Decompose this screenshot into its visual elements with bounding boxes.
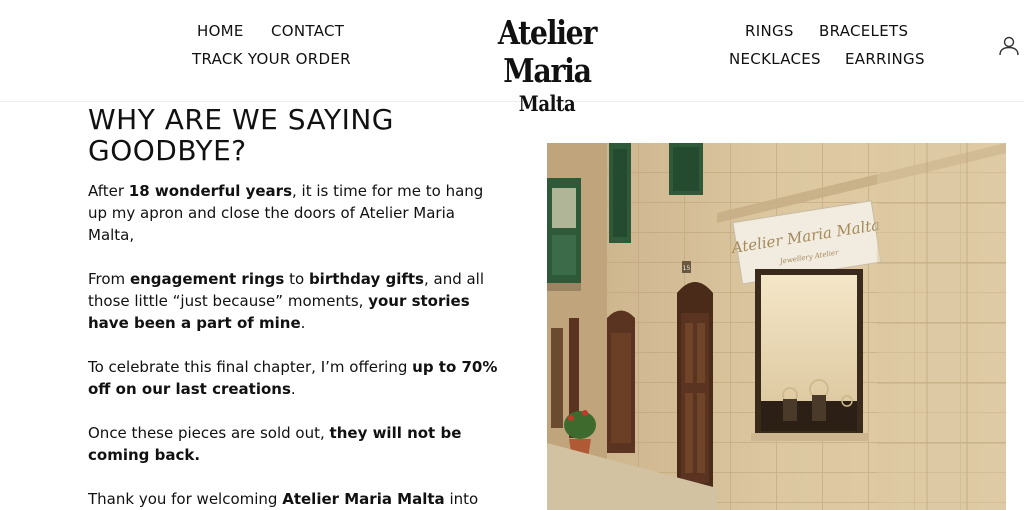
bold-span: Atelier Maria Malta	[282, 490, 445, 508]
nav-necklaces-link[interactable]: NECKLACES	[729, 50, 821, 68]
text-span: Once these pieces are sold out,	[88, 424, 330, 442]
bold-span: birthday gifts	[308, 270, 424, 288]
text-span: To celebrate this final chapter, I’m off…	[88, 358, 413, 376]
nav-track-order-link[interactable]: TRACK YOUR ORDER	[192, 50, 351, 68]
text-span: .	[290, 380, 296, 398]
site-logo[interactable]: Atelier Maria Malta	[447, 14, 647, 117]
storefront-illustration: 15 Atelier Maria Malta Jewellery Atelier	[547, 143, 1006, 510]
nav-rings-link[interactable]: RINGS	[745, 22, 794, 40]
text-span: to	[284, 270, 309, 288]
bold-span: 18 wonderful years	[128, 182, 293, 200]
paragraph-stories: From engagement rings to birthday gifts,…	[88, 268, 498, 334]
logo-title: Atelier Maria	[497, 13, 598, 90]
paragraph-offer: To celebrate this final chapter, I’m off…	[88, 356, 498, 400]
text-span: into	[444, 490, 479, 508]
main-content: WHY ARE WE SAYING GOODBYE? After 18 wond…	[88, 104, 498, 510]
text-span: After	[88, 182, 129, 200]
nav-contact-link[interactable]: CONTACT	[271, 22, 344, 40]
nav-home-link[interactable]: HOME	[197, 22, 244, 40]
paragraph-intro: After 18 wonderful years, it is time for…	[88, 180, 498, 246]
heading-line-2: GOODBYE?	[88, 134, 247, 167]
page-heading: WHY ARE WE SAYING GOODBYE?	[88, 104, 498, 166]
text-span: .	[300, 314, 306, 332]
nav-earrings-link[interactable]: EARRINGS	[845, 50, 925, 68]
paragraph-sold-out: Once these pieces are sold out, they wil…	[88, 422, 498, 466]
nav-bracelets-link[interactable]: BRACELETS	[819, 22, 908, 40]
storefront-photo: 15 Atelier Maria Malta Jewellery Atelier	[547, 143, 1006, 510]
text-span: Thank you for welcoming	[88, 490, 283, 508]
bold-span: engagement rings	[129, 270, 285, 288]
site-header: HOME CONTACT TRACK YOUR ORDER Atelier Ma…	[0, 0, 1024, 116]
text-span: From	[88, 270, 130, 288]
user-icon[interactable]	[998, 35, 1020, 57]
heading-line-1: WHY ARE WE SAYING	[88, 103, 394, 136]
house-number: 15	[683, 265, 691, 272]
paragraph-thanks: Thank you for welcoming Atelier Maria Ma…	[88, 488, 498, 510]
